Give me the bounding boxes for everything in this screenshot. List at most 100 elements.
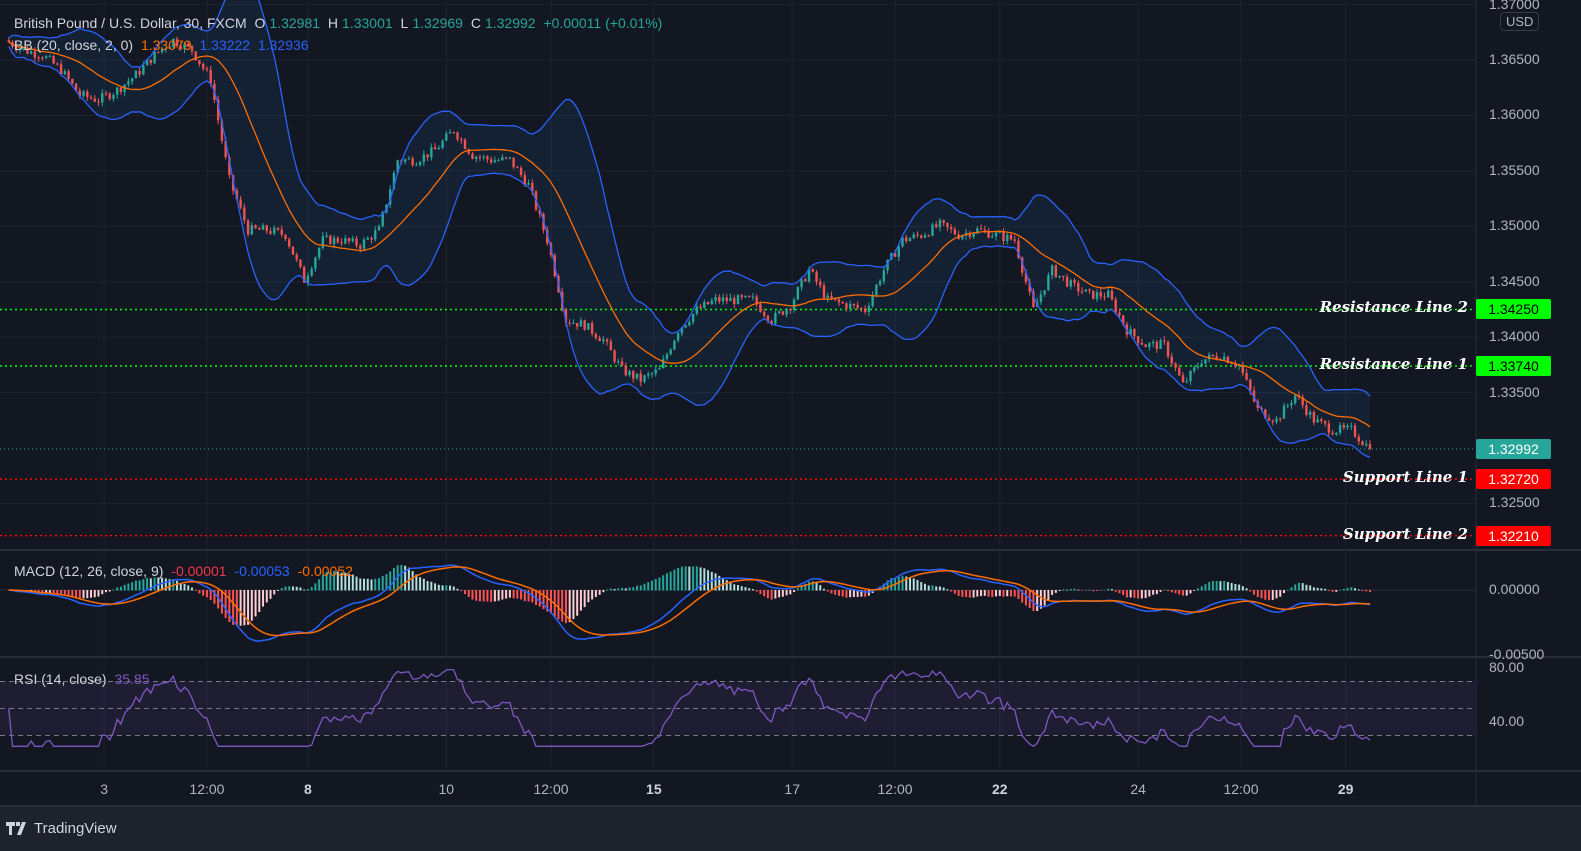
candle-body	[430, 147, 433, 158]
chart-canvas[interactable]	[0, 0, 1581, 851]
macd-histogram-bar	[643, 583, 646, 591]
macd-histogram-bar	[1309, 585, 1312, 591]
macd-label[interactable]: MACD (12, 26, close, 9)	[14, 563, 163, 579]
candle-body	[1290, 403, 1293, 406]
macd-histogram-bar	[1002, 590, 1005, 597]
rsi-label[interactable]: RSI (14, close)	[14, 671, 107, 687]
macd-histogram-bar	[449, 585, 452, 591]
candle-body	[852, 303, 856, 306]
macd-histogram-bar	[1327, 590, 1330, 591]
macd-histogram-bar	[131, 582, 134, 591]
candle-body	[41, 57, 44, 59]
candle-body	[669, 349, 672, 355]
macd-histogram-bar	[789, 590, 792, 595]
macd-histogram-bar	[1354, 588, 1357, 591]
macd-histogram-bar	[1125, 590, 1128, 598]
candle-body	[598, 337, 601, 342]
change-value: +0.00011 (+0.01%)	[543, 15, 663, 31]
macd-histogram-bar	[1249, 590, 1252, 592]
macd-histogram-bar	[808, 581, 811, 591]
candle-body	[665, 354, 669, 360]
resistance-line-label: Resistance Line 1	[1319, 354, 1468, 373]
macd-histogram-bar	[598, 590, 601, 595]
macd-histogram-bar	[527, 590, 530, 602]
macd-histogram-bar	[748, 588, 751, 591]
macd-histogram-bar	[579, 590, 582, 611]
macd-histogram-bar	[673, 569, 676, 591]
candle-body	[1189, 370, 1192, 382]
macd-histogram-bar	[1062, 589, 1065, 591]
macd-histogram-bar	[134, 580, 137, 591]
macd-histogram-bar	[976, 590, 979, 597]
candle-body	[340, 242, 343, 244]
candle-body	[1350, 425, 1353, 427]
macd-histogram-bar	[624, 588, 627, 591]
macd-histogram-bar	[744, 587, 747, 591]
candle-body	[456, 132, 459, 140]
macd-histogram-bar	[441, 585, 444, 591]
macd-histogram-bar	[677, 567, 680, 591]
macd-histogram-bar	[1009, 590, 1012, 597]
candle-body	[1092, 290, 1095, 299]
macd-histogram-bar	[209, 590, 212, 600]
macd-signal-value: -0.00052	[297, 563, 353, 579]
candle-body	[1009, 234, 1013, 240]
time-tick-label: 8	[304, 781, 312, 797]
macd-histogram-bar	[823, 588, 825, 591]
time-tick-label: 12:00	[189, 781, 225, 797]
symbol-title[interactable]: British Pound / U.S. Dollar, 30, FXCM	[14, 15, 247, 31]
macd-histogram-bar	[280, 588, 283, 591]
macd-histogram-bar	[104, 590, 107, 593]
macd-histogram-bar	[1092, 590, 1095, 592]
candle-body	[1054, 265, 1058, 278]
candle-body	[366, 237, 369, 240]
candle-body	[1271, 420, 1274, 422]
bb-label[interactable]: BB (20, close, 2, 0)	[14, 37, 133, 53]
macd-histogram-bar	[1204, 584, 1207, 591]
macd-histogram-bar	[90, 590, 93, 598]
candle-body	[504, 157, 508, 159]
macd-histogram-bar	[389, 571, 392, 591]
macd-histogram-bar	[561, 590, 564, 622]
macd-histogram-bar	[763, 590, 766, 597]
macd-histogram-bar	[707, 570, 710, 591]
candle-body	[908, 238, 912, 242]
candle-body	[314, 257, 317, 269]
macd-histogram-bar	[1024, 590, 1027, 606]
resistance-line-label: Resistance Line 2	[1319, 298, 1468, 317]
candle-body	[972, 233, 975, 237]
candle-body	[478, 156, 482, 158]
tradingview-logo[interactable]: TradingView	[6, 820, 117, 837]
candle-body	[1200, 363, 1203, 367]
candle-body	[1308, 412, 1312, 415]
macd-legend: MACD (12, 26, close, 9) -0.00001 -0.0005…	[14, 563, 357, 579]
candle-body	[1065, 276, 1069, 287]
candle-body	[1062, 275, 1065, 277]
macd-histogram-bar	[755, 590, 758, 592]
currency-button[interactable]: USD	[1500, 12, 1540, 31]
support-line-label: Support Line 1	[1342, 468, 1468, 487]
candle-body	[332, 237, 336, 245]
macd-histogram-bar	[632, 587, 635, 591]
candle-body	[519, 167, 523, 175]
support-line-label: Support Line 2	[1342, 524, 1468, 543]
candle-body	[1047, 275, 1050, 291]
macd-histogram-bar	[1361, 590, 1364, 592]
macd-histogram-bar	[512, 590, 515, 599]
macd-histogram-bar	[1185, 590, 1188, 596]
candle-body	[250, 225, 254, 235]
candle-body	[605, 339, 609, 342]
candle-body	[1185, 381, 1188, 383]
candle-body	[624, 365, 627, 376]
macd-histogram-bar	[475, 590, 478, 601]
bb-lower-value: 1.32936	[257, 37, 309, 53]
macd-histogram-bar	[505, 590, 508, 599]
candle-body	[729, 297, 732, 302]
macd-histogram-bar	[1316, 587, 1319, 591]
macd-histogram-bar	[1223, 580, 1226, 591]
candle-body	[1222, 356, 1226, 360]
macd-histogram-bar	[112, 589, 115, 591]
macd-histogram-bar	[815, 582, 818, 591]
candle-body	[306, 275, 310, 283]
macd-histogram-bar	[1054, 590, 1057, 593]
